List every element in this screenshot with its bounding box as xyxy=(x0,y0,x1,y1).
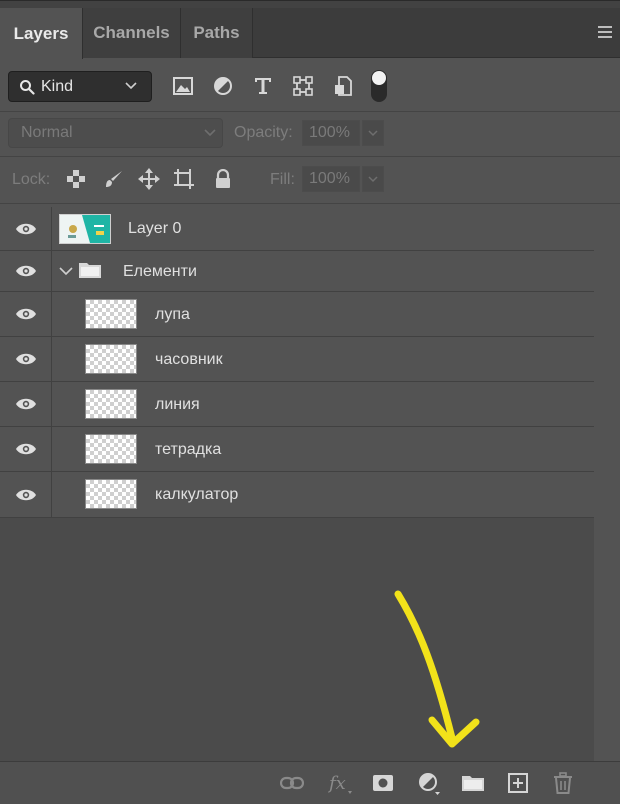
type-filter-icon[interactable] xyxy=(251,74,275,98)
lock-all-icon[interactable] xyxy=(212,168,234,190)
tab-layers[interactable]: Layers xyxy=(0,8,83,59)
visibility-toggle[interactable] xyxy=(0,207,52,250)
opacity-input[interactable]: 100% xyxy=(302,120,360,146)
layer-row[interactable]: лупа xyxy=(0,292,594,337)
chevron-down-icon xyxy=(368,176,378,183)
layer-row[interactable]: часовник xyxy=(0,337,594,382)
layer-thumbnail xyxy=(85,389,137,419)
layers-scrollbar[interactable] xyxy=(594,207,620,761)
new-group-icon[interactable] xyxy=(461,771,485,795)
search-icon xyxy=(20,79,35,95)
tab-channels[interactable]: Channels xyxy=(83,8,181,58)
folder-icon xyxy=(79,263,101,278)
panel-top-strip xyxy=(0,0,620,8)
lock-label: Lock: xyxy=(12,171,51,188)
fill-input[interactable]: 100% xyxy=(302,166,360,192)
chevron-down-icon xyxy=(125,82,137,90)
layer-row[interactable]: линия xyxy=(0,382,594,427)
add-mask-icon[interactable] xyxy=(371,771,395,795)
visibility-toggle[interactable] xyxy=(0,292,52,336)
eye-icon xyxy=(15,398,36,410)
new-layer-icon[interactable] xyxy=(506,771,530,795)
eye-icon xyxy=(15,223,36,234)
blend-mode-value: Normal xyxy=(21,124,73,141)
fill-label: Fill: xyxy=(270,171,295,188)
layer-name[interactable]: часовник xyxy=(155,351,223,369)
chevron-down-icon xyxy=(204,129,216,137)
visibility-toggle[interactable] xyxy=(0,382,52,426)
visibility-toggle[interactable] xyxy=(0,337,52,381)
layer-name[interactable]: Елементи xyxy=(123,263,197,281)
layer-row[interactable]: Layer 0 xyxy=(0,207,594,251)
visibility-toggle[interactable] xyxy=(0,472,52,517)
opacity-label: Opacity: xyxy=(234,124,293,141)
opacity-dropdown-button[interactable] xyxy=(362,120,384,146)
layer-thumbnail xyxy=(85,479,137,509)
layers-list: Layer 0 Елементи лупа часовник линия тет… xyxy=(0,207,620,761)
layer-name[interactable]: Layer 0 xyxy=(128,220,181,238)
banner-thumbnail-image xyxy=(60,215,110,243)
visibility-toggle[interactable] xyxy=(0,251,52,291)
layer-row[interactable]: тетрадка xyxy=(0,427,594,472)
layer-name[interactable]: тетрадка xyxy=(155,441,221,459)
delete-icon[interactable] xyxy=(551,771,575,795)
lock-transparent-pixels-icon[interactable] xyxy=(65,168,87,190)
filter-kind-label: Kind xyxy=(41,77,74,95)
eye-icon xyxy=(15,353,36,365)
divider xyxy=(0,111,620,112)
shape-filter-icon[interactable] xyxy=(291,74,315,98)
image-filter-icon[interactable] xyxy=(171,74,195,98)
adjustment-layer-icon[interactable] xyxy=(417,771,441,795)
layer-row[interactable]: калкулатор xyxy=(0,472,594,518)
eye-icon xyxy=(15,265,36,277)
filter-toggle[interactable] xyxy=(371,70,387,102)
layer-name[interactable]: линия xyxy=(155,396,200,414)
link-layers-icon[interactable] xyxy=(280,771,304,795)
smart-object-filter-icon[interactable] xyxy=(331,74,355,98)
layer-thumbnail xyxy=(85,344,137,374)
adjustment-filter-icon[interactable] xyxy=(211,74,235,98)
fx-icon[interactable]: fx xyxy=(328,771,352,795)
layer-thumbnail xyxy=(59,214,111,244)
filter-kind-select[interactable]: Kind xyxy=(8,71,152,102)
eye-icon xyxy=(15,308,36,320)
layer-thumbnail xyxy=(85,434,137,464)
layer-thumbnail xyxy=(85,299,137,329)
divider xyxy=(0,203,620,204)
divider xyxy=(0,156,620,157)
chevron-down-icon[interactable] xyxy=(59,266,73,276)
chevron-down-icon xyxy=(368,130,378,137)
eye-icon xyxy=(15,443,36,455)
layer-name[interactable]: калкулатор xyxy=(155,486,238,504)
layer-group-row[interactable]: Елементи xyxy=(0,251,594,292)
panel-menu-icon[interactable] xyxy=(598,26,612,38)
lock-position-icon[interactable] xyxy=(138,168,160,190)
layer-name[interactable]: лупа xyxy=(155,306,190,324)
lock-image-pixels-icon[interactable] xyxy=(103,168,125,190)
tab-paths[interactable]: Paths xyxy=(181,8,253,58)
lock-artboard-icon[interactable] xyxy=(173,168,195,190)
visibility-toggle[interactable] xyxy=(0,427,52,471)
svg-text:fx: fx xyxy=(328,773,346,794)
fill-dropdown-button[interactable] xyxy=(362,166,384,192)
panel-tab-bar: Layers Channels Paths xyxy=(0,8,620,59)
eye-icon xyxy=(15,489,36,500)
blend-mode-select[interactable]: Normal xyxy=(8,118,223,148)
